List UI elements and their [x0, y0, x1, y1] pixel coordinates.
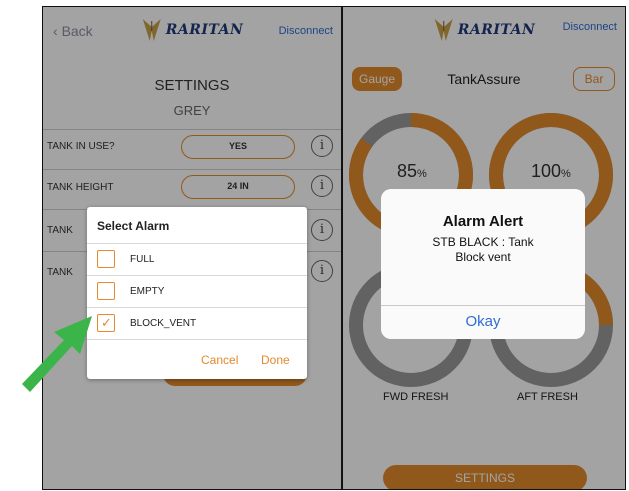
alarm-option-full[interactable]: FULL [97, 244, 154, 274]
checkmark-icon: ✓ [101, 315, 112, 330]
settings-screen: ‹ Back RARITAN Disconnect SETTINGS GREY … [42, 6, 342, 490]
gauge-percent: 85% [397, 161, 427, 182]
dialog-title: Select Alarm [97, 219, 170, 233]
green-arrow-icon [22, 316, 92, 392]
alert-message-line: Block vent [455, 250, 511, 264]
dialog-divider [87, 339, 307, 340]
screenshot-stage: ‹ Back RARITAN Disconnect SETTINGS GREY … [0, 0, 629, 491]
disconnect-button[interactable]: Disconnect [279, 25, 333, 37]
checkbox-checked[interactable]: ✓ [97, 314, 115, 332]
alarm-alert-dialog: Alarm Alert STB BLACK : Tank Block vent … [381, 189, 585, 339]
gauge-percent: 100% [531, 161, 571, 182]
checkbox[interactable] [97, 250, 115, 268]
info-icon[interactable]: i [311, 175, 333, 197]
logo-text: RARITAN [165, 22, 244, 38]
alarm-option-block-vent[interactable]: ✓ BLOCK_VENT [97, 308, 196, 338]
alert-title: Alarm Alert [442, 213, 524, 230]
raritan-logo-icon [142, 19, 161, 41]
tankassure-screen: RARITAN Disconnect Gauge TankAssure Bar [342, 6, 626, 490]
select-alarm-dialog: Select Alarm FULL EMPTY ✓ BLOCK_VENT Can… [87, 207, 307, 379]
alert-divider [381, 305, 585, 306]
tank-name: FWD FRESH [383, 391, 449, 403]
alert-message-line: STB BLACK : Tank [432, 235, 534, 249]
row-label-tank: TANK [47, 225, 73, 236]
option-label: FULL [130, 253, 155, 265]
tank-name: AFT FRESH [517, 391, 578, 403]
tank-height-field[interactable]: 24 IN [181, 175, 295, 199]
okay-button[interactable]: Okay [381, 313, 585, 330]
alarm-option-empty[interactable]: EMPTY [97, 276, 164, 306]
checkbox[interactable] [97, 282, 115, 300]
cancel-button[interactable]: Cancel [201, 353, 238, 367]
tank-in-use-toggle[interactable]: YES [181, 135, 295, 159]
info-icon[interactable]: i [311, 135, 333, 157]
percent-value: 100 [531, 161, 562, 181]
back-button[interactable]: ‹ Back [53, 23, 93, 39]
raritan-logo: RARITAN [141, 17, 244, 43]
row-label-tank-in-use: TANK IN USE? [47, 141, 115, 152]
divider [43, 169, 341, 170]
info-icon[interactable]: i [311, 260, 333, 282]
divider [43, 129, 341, 130]
percent-value: 85 [397, 161, 418, 181]
settings-header: ‹ Back RARITAN Disconnect [43, 7, 341, 59]
percent-unit: % [417, 168, 427, 180]
back-label: Back [61, 23, 93, 39]
tank-color-label: GREY [173, 103, 211, 118]
chevron-left-icon: ‹ [53, 23, 58, 39]
row-label-tank: TANK [47, 267, 73, 278]
option-label: BLOCK_VENT [130, 317, 197, 329]
page-title: SETTINGS [154, 77, 230, 94]
row-label-tank-height: TANK HEIGHT [47, 182, 114, 193]
settings-button[interactable]: SETTINGS [383, 465, 587, 489]
alert-message: STB BLACK : Tank Block vent [391, 235, 575, 265]
percent-unit: % [561, 168, 571, 180]
option-label: EMPTY [130, 285, 165, 297]
done-button[interactable]: Done [261, 353, 290, 367]
info-icon[interactable]: i [311, 219, 333, 241]
